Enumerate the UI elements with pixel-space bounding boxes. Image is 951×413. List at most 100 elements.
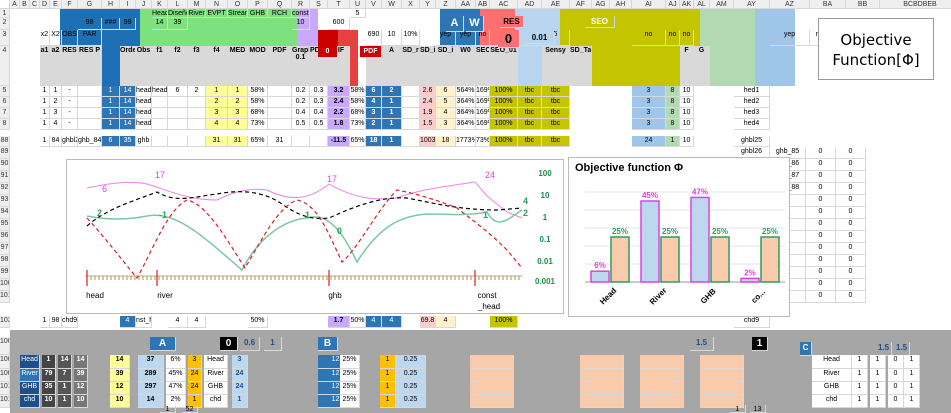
label-zero[interactable]: 0 <box>318 46 338 58</box>
column-header[interactable]: P <box>248 0 268 9</box>
data-cell[interactable]: tbc <box>542 86 570 97</box>
legend-c[interactable]: 12 <box>74 382 88 395</box>
data-cell[interactable]: 1 <box>40 316 50 328</box>
legend-seo[interactable] <box>470 355 514 369</box>
legend-b[interactable]: 7 <box>58 369 72 382</box>
legend-label[interactable]: River <box>20 369 40 382</box>
data-cell[interactable]: - <box>62 119 78 130</box>
data-cell[interactable] <box>78 119 102 130</box>
header-cell[interactable]: f4 <box>206 46 228 86</box>
data-cell[interactable]: 169% <box>476 119 490 130</box>
data-cell[interactable]: 0.3 <box>310 86 328 97</box>
data-cell[interactable] <box>152 108 168 119</box>
row-header[interactable]: 3 <box>0 30 10 46</box>
row-header[interactable]: 91 <box>0 171 10 183</box>
row-header[interactable]: 1014 <box>0 395 10 408</box>
column-header[interactable]: U <box>350 0 366 9</box>
column-header[interactable]: Q <box>268 0 292 9</box>
header-cell[interactable]: SEO <box>476 46 490 86</box>
column-header[interactable]: AB <box>476 0 490 9</box>
data-cell[interactable]: hed2 <box>734 97 770 108</box>
header-cell[interactable]: W0 <box>456 46 476 86</box>
legend-name[interactable]: River <box>812 369 852 382</box>
totals-a[interactable]: 1 <box>160 405 176 413</box>
data-cell[interactable]: 68% <box>350 108 366 119</box>
column-header[interactable]: M <box>188 0 206 9</box>
row-header[interactable]: 1 <box>0 9 10 18</box>
legend-c1[interactable]: 1 <box>852 369 868 382</box>
data-cell[interactable] <box>268 119 292 130</box>
legend-e[interactable]: 6% <box>166 355 186 369</box>
row-header[interactable]: 102 <box>0 316 10 328</box>
legend-c3[interactable]: 0 <box>888 369 904 382</box>
data-cell[interactable]: 1 <box>666 136 680 147</box>
data-cell[interactable]: chd9 <box>62 316 78 328</box>
data-cell[interactable]: 8 <box>666 97 680 108</box>
corner-cell[interactable] <box>0 0 10 9</box>
data-cell[interactable]: head <box>136 86 152 97</box>
data-cell[interactable]: 2 <box>366 119 382 130</box>
totals-y[interactable]: 13 <box>750 405 766 413</box>
legend-c1[interactable]: 1 <box>852 382 868 395</box>
side-cell[interactable]: 0 <box>836 243 866 255</box>
data-cell[interactable]: 1 <box>102 97 120 108</box>
data-cell[interactable]: 35 <box>120 136 136 147</box>
row-header[interactable]: 1012 <box>0 382 10 395</box>
one3-bottom[interactable]: 1 <box>752 337 768 351</box>
data-cell[interactable]: 31 <box>206 136 228 147</box>
column-header[interactable]: AD <box>518 0 542 9</box>
data-cell[interactable]: - <box>62 108 78 119</box>
data-cell[interactable]: ghb_84 <box>78 136 102 147</box>
data-cell[interactable]: 0.2 <box>292 97 310 108</box>
row-header[interactable]: 2 <box>0 18 10 30</box>
data-cell[interactable]: 68% <box>248 108 268 119</box>
data-cell[interactable]: 73% <box>476 136 490 147</box>
header-cell[interactable]: 10 <box>382 30 402 46</box>
row-header[interactable]: 100 <box>0 279 10 291</box>
column-header[interactable]: L <box>168 0 188 9</box>
data-cell[interactable]: ghb <box>136 136 152 147</box>
row-header[interactable]: 1004 <box>0 355 10 369</box>
legend-025[interactable]: 0.25 <box>396 382 426 395</box>
legend-d[interactable]: 37 <box>138 355 164 369</box>
header-cell[interactable]: SD_r <box>402 46 420 86</box>
column-header[interactable]: D <box>40 0 50 9</box>
header-cell[interactable]: no <box>632 30 666 46</box>
header-cell[interactable]: Streams <box>228 9 248 18</box>
data-cell[interactable]: head <box>136 119 152 130</box>
side-cell[interactable]: 0 <box>836 207 866 219</box>
row-header[interactable]: 7 <box>0 108 10 119</box>
legend-pct[interactable]: 25% <box>340 382 360 395</box>
legend-seo3[interactable] <box>640 382 684 395</box>
data-cell[interactable]: 1 <box>102 108 120 119</box>
legend-c3[interactable]: 0 <box>888 382 904 395</box>
side-cell[interactable]: 0 <box>806 147 836 159</box>
label-a[interactable]: A <box>446 16 464 32</box>
legend-b[interactable]: 14 <box>58 355 72 369</box>
row-header[interactable]: 93 <box>0 195 10 207</box>
column-header[interactable]: AK <box>680 0 694 9</box>
data-cell[interactable]: 10 <box>680 97 694 108</box>
legend-seo[interactable] <box>470 395 514 408</box>
legend-g[interactable]: Head <box>204 355 228 369</box>
data-cell[interactable]: 364% <box>456 97 476 108</box>
data-cell[interactable]: 1 <box>206 86 228 97</box>
legend-label[interactable]: GHB <box>20 382 40 395</box>
data-cell[interactable]: ghbl25 <box>734 136 770 147</box>
row-header[interactable]: 99 <box>0 267 10 279</box>
legend-c4[interactable]: 1 <box>904 355 920 369</box>
legend-g[interactable]: chd <box>204 395 228 408</box>
data-cell[interactable]: tbc <box>542 119 570 130</box>
data-cell[interactable]: 1.5 <box>420 119 436 130</box>
data-cell[interactable] <box>268 97 292 108</box>
column-header[interactable]: AC <box>490 0 518 9</box>
legend-total[interactable]: 14 <box>110 355 130 369</box>
header-cell[interactable]: GHB <box>248 9 268 18</box>
label-res[interactable]: RES <box>500 16 524 28</box>
data-cell[interactable]: 564% <box>456 86 476 97</box>
data-cell[interactable]: 1003.1 <box>420 136 436 147</box>
header-cell[interactable]: SD_i <box>420 46 436 86</box>
data-cell[interactable]: 1.8 <box>328 119 350 130</box>
row-header[interactable]: 92 <box>0 183 10 195</box>
legend-g[interactable]: GHB <box>204 382 228 395</box>
